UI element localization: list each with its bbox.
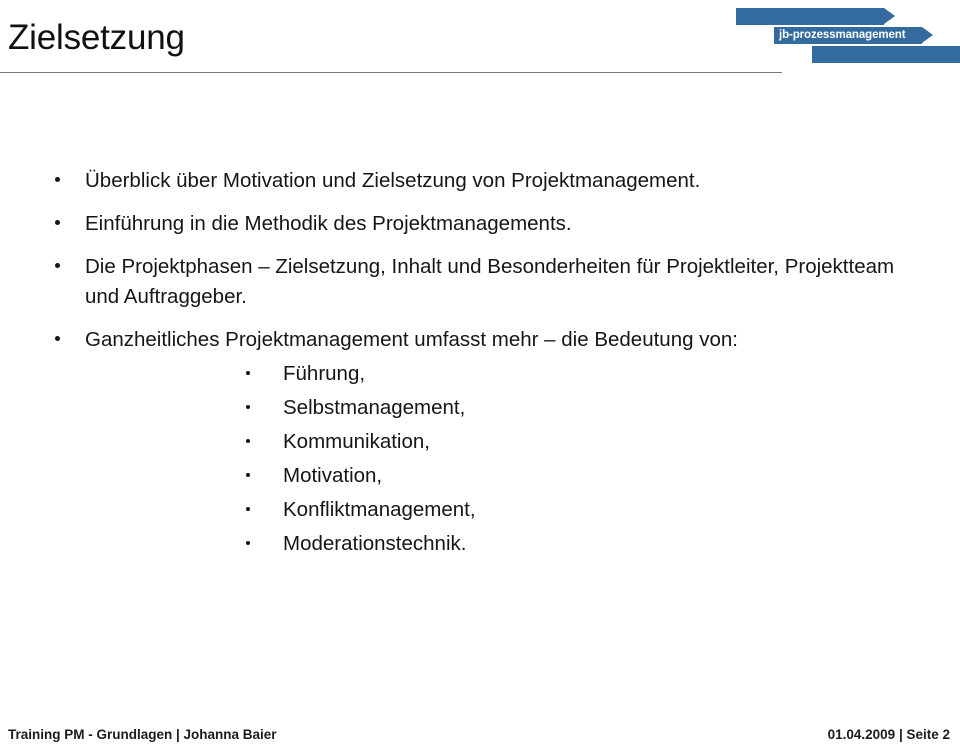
sub-list-item: Kommunikation, bbox=[85, 427, 960, 457]
agenda-bullet-list: Überblick über Motivation und Zielsetzun… bbox=[0, 166, 960, 559]
agenda-sub-list: Führung, Selbstmanagement, Kommunikation… bbox=[85, 359, 960, 559]
bullet-dot-icon bbox=[246, 371, 250, 375]
list-item: Einführung in die Methodik des Projektma… bbox=[0, 209, 960, 239]
logo-arrow-top-icon bbox=[736, 8, 895, 25]
bullet-dot-icon bbox=[246, 507, 250, 511]
sub-list-item: Konfliktmanagement, bbox=[85, 495, 960, 525]
title-divider bbox=[0, 72, 782, 73]
company-logo[interactable]: jb-prozessmanagement bbox=[730, 4, 960, 66]
sub-list-item: Führung, bbox=[85, 359, 960, 389]
bullet-dot-icon bbox=[55, 220, 60, 225]
list-item-text: Ganzheitliches Projektmanagement umfasst… bbox=[85, 328, 738, 351]
slide-content: Überblick über Motivation und Zielsetzun… bbox=[0, 166, 960, 572]
list-item: Überblick über Motivation und Zielsetzun… bbox=[0, 166, 960, 196]
bullet-dot-icon bbox=[55, 336, 60, 341]
sub-list-item-text: Moderationstechnik. bbox=[283, 532, 467, 555]
list-item-text: Die Projektphasen – Zielsetzung, Inhalt … bbox=[85, 255, 895, 308]
list-item-text: Überblick über Motivation und Zielsetzun… bbox=[85, 169, 701, 192]
sub-list-item-text: Motivation, bbox=[283, 464, 383, 487]
list-item-text: Einführung in die Methodik des Projektma… bbox=[85, 212, 572, 235]
sub-list-item-text: Konfliktmanagement, bbox=[283, 498, 476, 521]
bullet-dot-icon bbox=[246, 405, 250, 409]
sub-list-item-text: Selbstmanagement, bbox=[283, 396, 466, 419]
bullet-dot-icon bbox=[55, 263, 60, 268]
logo-arrow-bottom-icon bbox=[812, 46, 960, 63]
sub-list-item: Selbstmanagement, bbox=[85, 393, 960, 423]
list-item: Ganzheitliches Projektmanagement umfasst… bbox=[0, 325, 960, 559]
footer-course-author: Training PM - Grundlagen | Johanna Baier bbox=[8, 727, 277, 742]
bullet-dot-icon bbox=[246, 473, 250, 477]
bullet-dot-icon bbox=[246, 541, 250, 545]
logo-wordmark: jb-prozessmanagement bbox=[779, 29, 906, 41]
slide-header: Zielsetzung jb-prozessmanagement bbox=[0, 0, 960, 80]
slide-footer: Training PM - Grundlagen | Johanna Baier… bbox=[0, 710, 960, 750]
footer-date-page: 01.04.2009 | Seite 2 bbox=[827, 727, 950, 742]
slide: Zielsetzung jb-prozessmanagement Überbli… bbox=[0, 0, 960, 750]
logo-arrow-middle-icon: jb-prozessmanagement bbox=[774, 27, 933, 44]
list-item: Die Projektphasen – Zielsetzung, Inhalt … bbox=[0, 252, 960, 312]
bullet-dot-icon bbox=[246, 439, 250, 443]
page-title: Zielsetzung bbox=[8, 18, 185, 57]
bullet-dot-icon bbox=[55, 177, 60, 182]
sub-list-item: Motivation, bbox=[85, 461, 960, 491]
sub-list-item-text: Kommunikation, bbox=[283, 430, 430, 453]
sub-list-item-text: Führung, bbox=[283, 362, 366, 385]
sub-list-item: Moderationstechnik. bbox=[85, 529, 960, 559]
